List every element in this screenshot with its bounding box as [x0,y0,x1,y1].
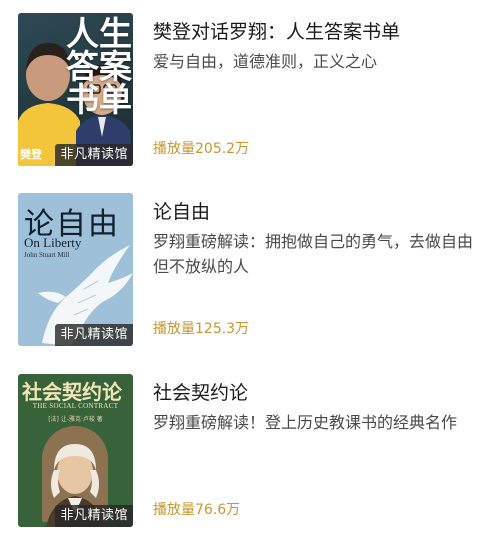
cover-tag: 非凡精读馆 [55,505,133,527]
play-count: 播放量76.6万 [153,502,241,518]
cover-title: 人生答案书单 [66,14,132,119]
item-description: 罗翔重磅解读！登上历史教课书的经典名作 [153,413,458,432]
item-title[interactable]: 论自由 [153,198,488,226]
item-title[interactable]: 社会契约论 [153,379,488,407]
book-cover[interactable]: 人生答案书单 樊登 非凡精读馆 [18,13,133,166]
item-description: 爱与自由，道德准则，正义之心 [153,52,378,71]
cover-tag: 非凡精读馆 [55,144,133,166]
cover-side-text: 樊登 [20,148,42,161]
list-item[interactable]: 社会契约论 THE SOCIAL CONTRACT [法] 让-雅克·卢梭 著 … [0,367,500,527]
item-title[interactable]: 樊登对话罗翔：人生答案书单 [153,18,488,46]
list-item[interactable]: 人生答案书单 樊登 非凡精读馆 樊登对话罗翔：人生答案书单 爱与自由，道德准则，… [0,6,500,166]
cover-author: John Stuart Mill [24,251,70,259]
item-description: 罗翔重磅解读：拥抱做自己的勇气，去做自由但不放纵的人 [153,232,474,276]
book-cover[interactable]: 论自由 On Liberty John Stuart Mill 非凡精读馆 [18,193,133,346]
cover-title-en: On Liberty [24,235,82,250]
book-list: 人生答案书单 樊登 非凡精读馆 樊登对话罗翔：人生答案书单 爱与自由，道德准则，… [0,0,500,537]
book-cover[interactable]: 社会契约论 THE SOCIAL CONTRACT [法] 让-雅克·卢梭 著 … [18,374,133,527]
list-item[interactable]: 论自由 On Liberty John Stuart Mill 非凡精读馆 论自… [0,186,500,346]
cover-tag: 非凡精读馆 [55,324,133,346]
play-count: 播放量205.2万 [153,141,250,157]
play-count: 播放量125.3万 [153,321,250,337]
